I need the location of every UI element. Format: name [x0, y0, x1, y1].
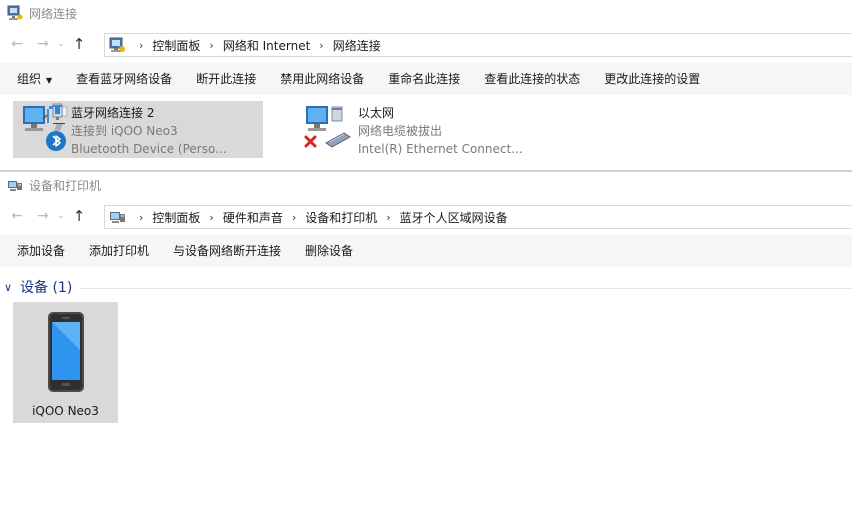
breadcrumb-control-panel[interactable]: 控制面板 [152, 37, 200, 54]
window-title: 网络连接 [29, 6, 78, 21]
disable-device-button[interactable]: 禁用此网络设备 [268, 63, 376, 95]
breadcrumb-separator[interactable]: › [386, 211, 390, 224]
command-bar: 组织 ▼ 查看蓝牙网络设备 断开此连接 禁用此网络设备 重命名此连接 查看此连接的… [0, 63, 852, 95]
breadcrumb-separator[interactable]: › [139, 39, 143, 52]
network-folder-icon [108, 36, 126, 54]
command-bar: 添加设备 添加打印机 与设备网络断开连接 删除设备 [0, 235, 852, 267]
breadcrumb-devices-printers[interactable]: 设备和打印机 [305, 209, 377, 226]
breadcrumb-separator[interactable]: › [139, 211, 143, 224]
connection-status: 连接到 iQOO Neo3 [71, 124, 178, 138]
address-bar[interactable]: › 控制面板 › 硬件和声音 › 设备和打印机 › 蓝牙个人区域网设备 [104, 205, 852, 229]
forward-button[interactable]: → [32, 205, 54, 227]
dropdown-caret-icon: ▼ [46, 76, 53, 85]
collapse-chevron-icon[interactable]: ∨ [4, 281, 20, 294]
back-button[interactable]: ← [6, 205, 28, 227]
breadcrumb-network-connections[interactable]: 网络连接 [333, 37, 381, 54]
breadcrumb-separator[interactable]: › [209, 39, 213, 52]
connection-name: 蓝牙网络连接 2 [71, 106, 155, 120]
connection-status: 网络电缆被拔出 [358, 124, 443, 138]
connection-item-ethernet[interactable]: 以太网 网络电缆被拔出 Intel(R) Ethernet Connect... [300, 101, 560, 158]
disconnect-from-device-network-button[interactable]: 与设备网络断开连接 [161, 235, 293, 267]
rename-connection-button[interactable]: 重命名此连接 [376, 63, 472, 95]
disconnect-button[interactable]: 断开此连接 [184, 63, 268, 95]
view-status-button[interactable]: 查看此连接的状态 [472, 63, 592, 95]
network-connections-window: 网络连接 ← → ⌄ ↑ › 控制面板 › 网络和 Internet › 网络连… [0, 0, 852, 172]
breadcrumb-control-panel[interactable]: 控制面板 [152, 209, 200, 226]
up-button[interactable]: ↑ [68, 205, 90, 227]
breadcrumb-hardware-sound[interactable]: 硬件和声音 [223, 209, 283, 226]
add-device-button[interactable]: 添加设备 [5, 235, 77, 267]
network-connections-icon [7, 5, 23, 21]
recent-locations-button[interactable]: ⌄ [54, 205, 68, 227]
navigation-bar: ← → ⌄ ↑ › 控制面板 › 网络和 Internet › 网络连接 [0, 30, 852, 58]
view-bluetooth-devices-button[interactable]: 查看蓝牙网络设备 [64, 63, 184, 95]
connection-device: Bluetooth Device (Perso... [71, 142, 227, 156]
group-divider [80, 287, 852, 289]
breadcrumb-bluetooth-pan-devices[interactable]: 蓝牙个人区域网设备 [400, 209, 508, 226]
bluetooth-network-icon [13, 101, 71, 158]
devices-printers-folder-icon [108, 208, 126, 226]
title-bar: 设备和打印机 [0, 172, 852, 198]
devices-and-printers-window: 设备和打印机 ← → ⌄ ↑ › 控制面板 › 硬件和声音 › 设备和打印机 ›… [0, 172, 852, 517]
breadcrumb-network-internet[interactable]: 网络和 Internet [223, 37, 310, 54]
organize-label: 组织 [17, 72, 42, 86]
remove-device-button[interactable]: 删除设备 [293, 235, 365, 267]
title-bar: 网络连接 [0, 0, 852, 26]
forward-button[interactable]: → [32, 33, 54, 55]
recent-locations-button[interactable]: ⌄ [54, 33, 68, 55]
address-bar[interactable]: › 控制面板 › 网络和 Internet › 网络连接 [104, 33, 852, 57]
connection-device: Intel(R) Ethernet Connect... [358, 142, 523, 156]
navigation-bar: ← → ⌄ ↑ › 控制面板 › 硬件和声音 › 设备和打印机 › 蓝牙个人区域… [0, 202, 852, 230]
window-title: 设备和打印机 [29, 178, 102, 193]
ethernet-network-icon [300, 101, 358, 158]
breadcrumb-separator[interactable]: › [292, 211, 296, 224]
back-button[interactable]: ← [6, 33, 28, 55]
group-label: 设备 (1) [20, 280, 73, 296]
add-printer-button[interactable]: 添加打印机 [77, 235, 161, 267]
devices-group-header[interactable]: ∨ 设备 (1) [0, 276, 852, 298]
connection-name: 以太网 [358, 106, 395, 120]
phone-icon [48, 312, 84, 392]
breadcrumb-separator[interactable]: › [209, 211, 213, 224]
up-button[interactable]: ↑ [68, 33, 90, 55]
organize-button[interactable]: 组织 ▼ [5, 63, 64, 95]
device-item-phone[interactable]: iQOO Neo3 [13, 302, 118, 423]
change-settings-button[interactable]: 更改此连接的设置 [592, 63, 712, 95]
breadcrumb-separator[interactable]: › [319, 39, 323, 52]
devices-printers-icon [7, 177, 23, 193]
connection-item-bluetooth[interactable]: 蓝牙网络连接 2 连接到 iQOO Neo3 Bluetooth Device … [13, 101, 263, 158]
device-name: iQOO Neo3 [32, 404, 99, 418]
